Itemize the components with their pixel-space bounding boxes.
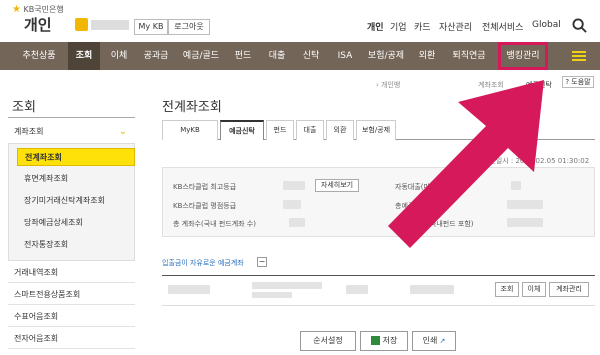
save-button-label: 저장 [382, 336, 398, 345]
kb-logo-text: KB국민은행 [23, 5, 64, 14]
summary-value-masked [283, 181, 305, 190]
row-manage-button[interactable]: 계좌관리 [549, 282, 589, 297]
top-header: ★ KB국민은행 개인 My KB 로그아웃 개인 기업 카드 자산관리 전체서… [0, 0, 600, 40]
gnav-business[interactable]: 기업 [390, 20, 407, 33]
collapse-toggle[interactable]: − [257, 257, 267, 267]
tab-fund[interactable]: 펀드 [266, 120, 294, 140]
summary-value-masked [283, 200, 301, 209]
annotation-arrow-icon [388, 80, 544, 248]
print-button[interactable]: 인쇄 ↗ [412, 331, 456, 351]
account-value-masked [346, 285, 368, 294]
user-grade-icon [75, 18, 88, 31]
sidebar-item-checks[interactable]: 수표어음조회 [8, 306, 135, 327]
sidebar-item-checking-detail[interactable]: 당좌예금상세조회 [17, 214, 135, 232]
gnav-personal[interactable]: 개인 [367, 20, 384, 33]
sidebar-item-e-passbook[interactable]: 전자통장조회 [17, 236, 135, 254]
chevron-down-icon: ⌄ [118, 126, 127, 137]
nav-deposit-gold[interactable]: 예금/골드 [178, 42, 224, 70]
sidebar-group-label: 계좌조회 [14, 127, 44, 136]
gnav-card[interactable]: 카드 [414, 20, 431, 33]
sidebar-item-e-bills[interactable]: 전자어음조회 [8, 328, 135, 349]
gnav-global[interactable]: Global [532, 20, 561, 30]
sidebar-item-transactions[interactable]: 거래내역조회 [8, 262, 135, 283]
nav-recommended[interactable]: 추천상품 [14, 42, 64, 70]
nav-fund[interactable]: 펀드 [228, 42, 258, 70]
tab-deposit-trust[interactable]: 예금신탁 [220, 120, 264, 140]
nav-transfer[interactable]: 이체 [104, 42, 134, 70]
account-balance-masked [410, 285, 454, 294]
nav-utility[interactable]: 공과금 [138, 42, 174, 70]
sidebar-item-dormant[interactable]: 휴면계좌조회 [17, 170, 135, 188]
account-detail-masked [252, 292, 292, 298]
search-icon[interactable] [572, 18, 587, 33]
nav-inquiry[interactable]: 조회 [68, 42, 100, 70]
excel-icon [370, 336, 380, 345]
logout-button[interactable]: 로그아웃 [168, 19, 210, 35]
page-title: 전계좌조회 [162, 100, 222, 115]
summary-label-account-count: 총 계좌수(국내 펀드계좌 수) [173, 220, 256, 228]
mykb-button[interactable]: My KB [134, 19, 168, 35]
tab-forex[interactable]: 외환 [326, 120, 354, 140]
summary-label-top-grade: KB스타클럽 최고등급 [173, 183, 237, 191]
account-name-masked [168, 285, 210, 294]
nav-loan[interactable]: 대출 [262, 42, 292, 70]
sidebar-item-all-accounts[interactable]: 전계좌조회 [17, 148, 135, 166]
print-button-label: 인쇄 [422, 336, 438, 345]
save-button[interactable]: 저장 [360, 331, 408, 351]
summary-label-score-grade: KB스타클럽 평점등급 [173, 202, 237, 210]
order-setting-button[interactable]: 순서설정 [300, 331, 356, 351]
gnav-asset[interactable]: 자산관리 [439, 20, 472, 33]
gnav-all-services[interactable]: 전체서비스 [482, 20, 523, 33]
tab-mykb[interactable]: MyKB [162, 120, 218, 140]
account-number-masked [252, 282, 322, 289]
summary-value-masked [289, 218, 305, 227]
nav-trust[interactable]: 신탁 [296, 42, 326, 70]
user-name-masked [91, 20, 129, 30]
demand-deposit-section-link[interactable]: 입출금이 자유로운 예금계좌 [162, 258, 244, 268]
row-transfer-button[interactable]: 이체 [522, 282, 546, 297]
sidebar-title: 조회 [12, 100, 36, 115]
sidebar-item-long-term-trust[interactable]: 장기미거래신탁계좌조회 [17, 192, 135, 210]
tab-loan[interactable]: 대출 [296, 120, 324, 140]
kb-star-icon: ★ [12, 4, 21, 15]
nav-isa[interactable]: ISA [330, 42, 360, 70]
account-row-divider [162, 305, 595, 306]
sidebar-divider [8, 117, 135, 118]
sidebar-group-account-inquiry[interactable]: 계좌조회 ⌄ [8, 123, 135, 141]
external-link-icon: ↗ [437, 337, 446, 345]
page-brand-title: 개인 [24, 16, 52, 34]
row-inquiry-button[interactable]: 조회 [495, 282, 519, 297]
detail-view-button[interactable]: 자세히보기 [315, 179, 359, 192]
sidebar-item-smart-products[interactable]: 스마트전용상품조회 [8, 284, 135, 305]
